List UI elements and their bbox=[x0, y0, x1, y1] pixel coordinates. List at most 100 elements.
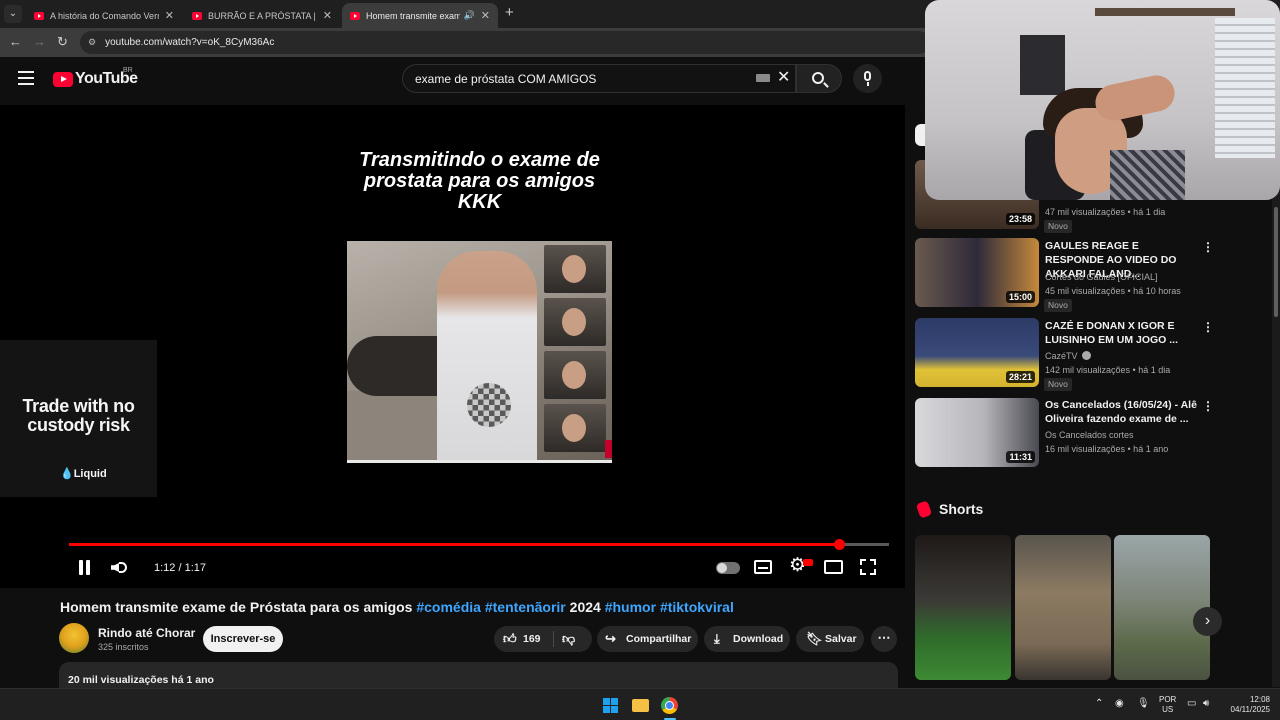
address-bar[interactable]: ⚙ youtube.com/watch?v=oK_8CyM36Ac bbox=[80, 31, 930, 54]
ad-brand-logo: 💧Liquid bbox=[60, 468, 107, 480]
video-title-year: 2024 bbox=[569, 599, 601, 615]
pause-icon[interactable] bbox=[77, 560, 91, 575]
recommended-thumbnail[interactable]: 11:31 bbox=[915, 398, 1039, 467]
site-info-icon[interactable]: ⚙ bbox=[88, 37, 96, 48]
hashtag-link[interactable]: #tentenãorir bbox=[485, 599, 566, 615]
speaker-icon[interactable]: 🔊︎ bbox=[1203, 698, 1209, 709]
theater-mode-icon[interactable] bbox=[824, 560, 843, 574]
recommended-channel[interactable]: CazéTV bbox=[1045, 351, 1091, 361]
clear-search-icon[interactable]: ✕ bbox=[777, 67, 790, 87]
dislike-thumb-icon[interactable]: 👎︎ bbox=[562, 631, 575, 647]
reload-icon[interactable]: ↻ bbox=[57, 34, 68, 50]
channel-avatar[interactable] bbox=[59, 623, 89, 653]
windows-start-icon[interactable] bbox=[603, 698, 618, 713]
tab-search-dropdown-icon[interactable]: ⌄ bbox=[4, 5, 22, 23]
save-button[interactable]: 🔖︎ Salvar bbox=[796, 626, 864, 652]
more-actions-icon[interactable]: ⋯ bbox=[871, 626, 897, 652]
forward-arrow-icon[interactable]: → bbox=[33, 34, 46, 49]
youtube-logo[interactable]: YouTube BR bbox=[53, 67, 138, 88]
subtitles-icon[interactable] bbox=[754, 560, 772, 574]
subscriber-count: 325 inscritos bbox=[98, 642, 149, 652]
chrome-icon[interactable] bbox=[661, 697, 678, 714]
search-button[interactable] bbox=[796, 64, 842, 93]
country-code: BR bbox=[123, 67, 133, 74]
recommended-stats: 47 mil visualizações • há 1 dia bbox=[1045, 207, 1166, 217]
download-label: Download bbox=[733, 633, 784, 645]
chevron-right-icon[interactable]: › bbox=[1193, 607, 1222, 636]
browser-tab[interactable]: BURRÃO E A PRÓSTATA | EMBRA ✕ bbox=[184, 3, 340, 28]
system-clock[interactable]: 12:08 04/11/2025 bbox=[1225, 695, 1270, 715]
video-duration: 15:00 bbox=[1005, 291, 1035, 303]
video-title: Homem transmite exame de Próstata para o… bbox=[60, 599, 734, 615]
more-options-icon[interactable]: ⋮ bbox=[1202, 399, 1214, 413]
more-options-icon[interactable]: ⋮ bbox=[1202, 240, 1214, 254]
recommended-channel[interactable]: Cortes do Gaules [OFICIAL] bbox=[1045, 272, 1158, 282]
tab-audio-icon[interactable]: 🔊 bbox=[464, 10, 475, 21]
subscribe-button[interactable]: Inscrever-se bbox=[203, 626, 283, 652]
recommended-thumbnail[interactable]: 15:00 bbox=[915, 238, 1039, 307]
new-tab-icon[interactable]: + bbox=[505, 4, 514, 21]
new-badge: Novo bbox=[1044, 378, 1072, 391]
close-tab-icon[interactable]: ✕ bbox=[165, 9, 174, 22]
video-title-text: Homem transmite exame de Próstata para o… bbox=[60, 599, 413, 615]
recommended-title[interactable]: CAZÉ E DONAN X IGOR E LUISINHO EM UM JOG… bbox=[1045, 319, 1197, 347]
short-thumbnail[interactable] bbox=[1015, 535, 1111, 680]
download-button[interactable]: ⤓ Download bbox=[704, 626, 790, 652]
ad-headline: Trade with no custody risk bbox=[22, 396, 135, 435]
language-code: POR bbox=[1159, 695, 1177, 704]
progress-bar[interactable] bbox=[69, 539, 889, 550]
tab-title: A história do Comando Vermelho bbox=[50, 10, 159, 21]
file-explorer-icon[interactable] bbox=[632, 699, 649, 712]
hashtag-link[interactable]: #humor bbox=[605, 599, 656, 615]
short-thumbnail[interactable] bbox=[915, 535, 1011, 680]
search-input[interactable]: exame de próstata COM AMIGOS bbox=[402, 64, 796, 93]
volume-icon[interactable] bbox=[111, 559, 129, 576]
youtube-favicon-icon bbox=[192, 11, 202, 20]
tab-title: BURRÃO E A PRÓSTATA | EMBRA bbox=[208, 10, 317, 21]
fullscreen-icon[interactable] bbox=[860, 559, 876, 575]
channel-name-text: CazéTV bbox=[1045, 351, 1078, 361]
webcam-overlay bbox=[925, 0, 1280, 200]
like-count[interactable]: 169 bbox=[523, 633, 541, 645]
network-icon[interactable]: ▭ bbox=[1187, 698, 1196, 709]
url-text: youtube.com/watch?v=oK_8CyM36Ac bbox=[105, 37, 275, 48]
hashtag-link[interactable]: #tiktokviral bbox=[660, 599, 734, 615]
hashtag-link[interactable]: #comédia bbox=[416, 599, 481, 615]
views-and-date: 20 mil visualizações há 1 ano bbox=[68, 674, 214, 686]
browser-tab[interactable]: A história do Comando Vermelho ✕ bbox=[26, 3, 182, 28]
recommended-stats: 45 mil visualizações • há 10 horas bbox=[1045, 286, 1181, 296]
scrubber-handle[interactable] bbox=[833, 539, 845, 550]
input-language[interactable]: POR US bbox=[1159, 695, 1176, 715]
browser-tab-active[interactable]: Homem transmite exame de 🔊 ✕ bbox=[342, 3, 498, 28]
keyboard-icon[interactable] bbox=[756, 74, 770, 82]
youtube-play-icon bbox=[53, 71, 73, 87]
back-arrow-icon[interactable]: ← bbox=[9, 34, 22, 49]
autoplay-toggle[interactable] bbox=[716, 562, 740, 574]
microphone-tray-icon[interactable]: 🎙︎ bbox=[1137, 698, 1150, 709]
more-options-icon[interactable]: ⋮ bbox=[1202, 320, 1214, 334]
channel-name[interactable]: Rindo até Chorar bbox=[98, 626, 195, 640]
hamburger-menu-icon[interactable] bbox=[18, 71, 34, 85]
youtube-favicon-icon bbox=[350, 11, 360, 20]
recommended-channel[interactable]: Os Cancelados cortes bbox=[1045, 430, 1134, 440]
close-tab-icon[interactable]: ✕ bbox=[481, 9, 490, 22]
share-arrow-icon: ↪ bbox=[605, 631, 616, 646]
short-thumbnail[interactable] bbox=[1114, 535, 1210, 680]
progress-fill bbox=[69, 543, 839, 546]
recommended-thumbnail[interactable]: 28:21 bbox=[915, 318, 1039, 387]
new-badge: Novo bbox=[1044, 220, 1072, 233]
scrollbar-thumb[interactable] bbox=[1274, 207, 1278, 317]
share-button[interactable]: ↪ Compartilhar bbox=[597, 626, 698, 652]
like-thumb-icon[interactable]: 👍︎ bbox=[503, 631, 517, 647]
recommended-title[interactable]: Os Cancelados (16/05/24) - Alê Oliveira … bbox=[1045, 398, 1197, 426]
voice-search-button[interactable] bbox=[853, 64, 882, 93]
youtube-favicon-icon bbox=[34, 11, 44, 20]
verified-icon bbox=[1081, 351, 1091, 360]
recommended-stats: 142 mil visualizações • há 1 dia bbox=[1045, 365, 1171, 375]
close-tab-icon[interactable]: ✕ bbox=[323, 9, 332, 22]
shorts-heading: Shorts bbox=[939, 501, 984, 517]
censored-blur-area bbox=[467, 383, 511, 427]
chevron-up-icon[interactable]: ⌃ bbox=[1095, 698, 1103, 709]
discord-icon[interactable]: ◉ bbox=[1115, 698, 1124, 709]
download-icon: ⤓ bbox=[714, 631, 720, 646]
